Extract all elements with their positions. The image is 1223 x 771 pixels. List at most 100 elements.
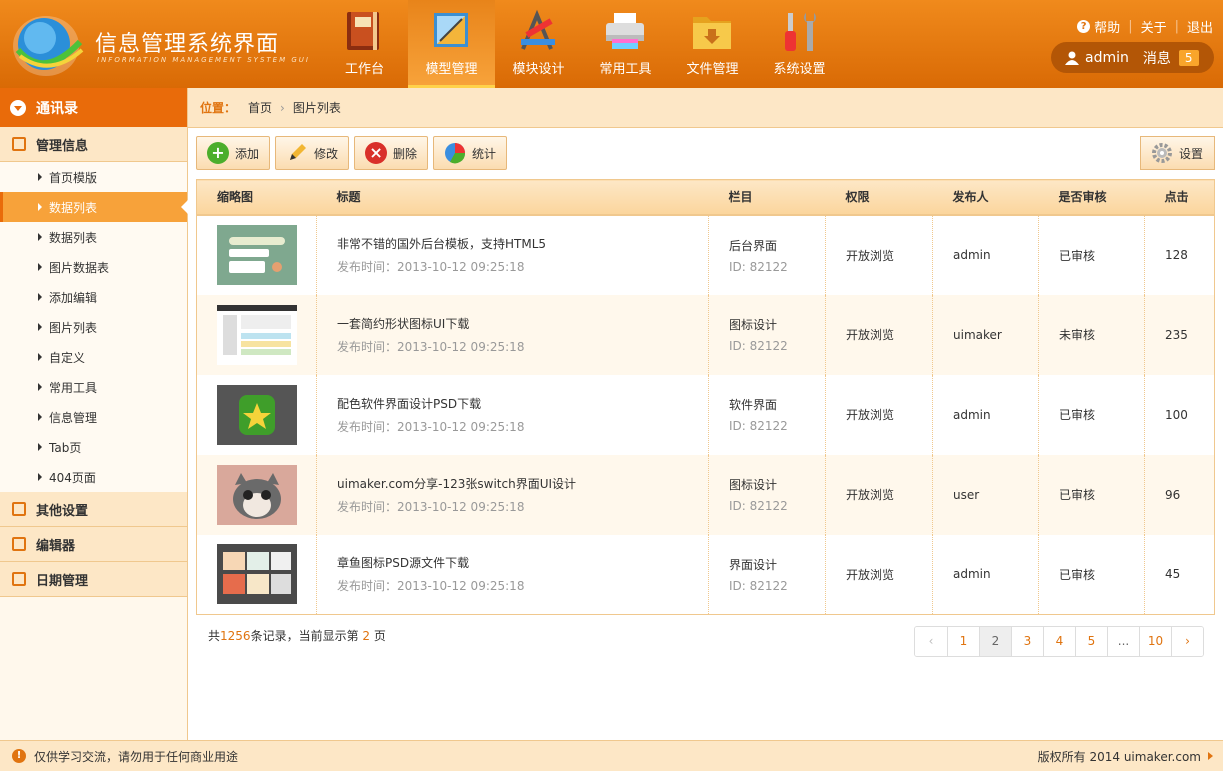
thumbnail-image[interactable] bbox=[217, 384, 297, 445]
about-link[interactable]: 关于 bbox=[1141, 17, 1167, 36]
delete-button[interactable]: × 删除 bbox=[354, 136, 429, 170]
top-links: ? 帮助 | 关于 | 退出 bbox=[1077, 17, 1213, 36]
arrow-right-icon bbox=[1208, 752, 1213, 760]
clicks-cell: 96 bbox=[1144, 454, 1215, 535]
pie-chart-icon bbox=[445, 143, 466, 164]
sidebar-item-data-list-active[interactable]: 数据列表 bbox=[0, 192, 188, 222]
nav-item-common-tools[interactable]: 常用工具 bbox=[582, 0, 669, 88]
nav-label: 工作台 bbox=[344, 62, 384, 77]
nav-label: 系统设置 bbox=[773, 62, 826, 77]
table-row[interactable]: 章鱼图标PSD源文件下载 发布时间：2013-10-12 09:25:18 界面… bbox=[196, 534, 1215, 615]
page-button[interactable]: 3 bbox=[1011, 627, 1043, 656]
sidebar-group-date-management[interactable]: 日期管理 bbox=[0, 562, 187, 597]
sidebar-group-label: 管理信息 bbox=[36, 138, 89, 154]
next-page-button[interactable]: › bbox=[1171, 627, 1203, 656]
close-icon: × bbox=[365, 142, 388, 164]
stats-button[interactable]: 统计 bbox=[433, 136, 508, 170]
thumbnail-image[interactable] bbox=[217, 544, 297, 605]
column-header: 缩略图 bbox=[196, 179, 317, 216]
logout-link[interactable]: 退出 bbox=[1187, 17, 1213, 36]
thumbnail-image[interactable] bbox=[217, 304, 297, 365]
breadcrumb-home-link[interactable]: 首页 bbox=[248, 99, 272, 116]
gear-icon bbox=[1152, 143, 1172, 163]
table-row[interactable]: 非常不错的国外后台模板，支持HTML5 发布时间：2013-10-12 09:2… bbox=[196, 214, 1215, 295]
summary-mid: 条记录，当前显示第 bbox=[250, 629, 359, 643]
plus-icon: + bbox=[207, 142, 229, 164]
thumbnail-cell bbox=[196, 214, 317, 295]
nav-item-module-design[interactable]: 模块设计 bbox=[495, 0, 582, 88]
column-header: 栏目 bbox=[708, 179, 826, 216]
sidebar-item-common-tools[interactable]: 常用工具 bbox=[0, 372, 187, 402]
column-header: 权限 bbox=[825, 179, 933, 216]
username[interactable]: admin bbox=[1085, 50, 1129, 66]
nav-item-file-management[interactable]: 文件管理 bbox=[669, 0, 756, 88]
thumbnail-image[interactable] bbox=[217, 225, 297, 285]
clicks-cell: 128 bbox=[1144, 214, 1215, 295]
table-row[interactable]: 配色软件界面设计PSD下载 发布时间：2013-10-12 09:25:18 软… bbox=[196, 374, 1215, 455]
nav-label: 模块设计 bbox=[512, 62, 565, 77]
sidebar: 通讯录 管理信息 首页模版 数据列表 数据列表 图片数据表 添加编辑 图片列表 … bbox=[0, 88, 188, 740]
nav-item-system-settings[interactable]: 系统设置 bbox=[756, 0, 843, 88]
category-label: 软件界面 bbox=[729, 398, 778, 412]
sidebar-group-other-settings[interactable]: 其他设置 bbox=[0, 492, 187, 527]
message-count-badge: 5 bbox=[1178, 49, 1199, 66]
sidebar-item-image-data-table[interactable]: 图片数据表 bbox=[0, 252, 187, 282]
table-row[interactable]: uimaker.com分享-123张switch界面UI设计 发布时间：2013… bbox=[196, 454, 1215, 535]
page-button-current[interactable]: 2 bbox=[979, 627, 1011, 656]
item-title-link[interactable]: 非常不错的国外后台模板，支持HTML5 bbox=[337, 235, 708, 252]
footer: ! 仅供学习交流，请勿用于任何商业用途 版权所有 2014 uimaker.co… bbox=[0, 740, 1223, 771]
item-title-link[interactable]: uimaker.com分享-123张switch界面UI设计 bbox=[337, 475, 708, 492]
table-row[interactable]: 一套简约形状图标UI下载 发布时间：2013-10-12 09:25:18 图标… bbox=[196, 294, 1215, 375]
sidebar-item-image-list[interactable]: 图片列表 bbox=[0, 312, 187, 342]
page-button[interactable]: 1 bbox=[947, 627, 979, 656]
category-cell: 图标设计 ID: 82122 bbox=[708, 454, 826, 535]
item-title-link[interactable]: 章鱼图标PSD源文件下载 bbox=[337, 554, 708, 571]
thumbnail-image[interactable] bbox=[217, 464, 297, 525]
sidebar-header[interactable]: 通讯录 bbox=[0, 88, 187, 127]
permission-cell: 开放浏览 bbox=[825, 294, 933, 375]
delete-label: 删除 bbox=[393, 146, 418, 161]
sidebar-item-data-list[interactable]: 数据列表 bbox=[0, 222, 187, 252]
page-button[interactable]: 4 bbox=[1043, 627, 1075, 656]
edit-button[interactable]: 修改 bbox=[275, 136, 350, 170]
author-cell: uimaker bbox=[932, 294, 1039, 375]
sidebar-group-editor[interactable]: 编辑器 bbox=[0, 527, 187, 562]
add-button[interactable]: + 添加 bbox=[196, 136, 271, 170]
page-button[interactable]: 5 bbox=[1075, 627, 1107, 656]
sidebar-item-info-management[interactable]: 信息管理 bbox=[0, 402, 187, 432]
nav-item-workbench[interactable]: 工作台 bbox=[321, 0, 408, 88]
item-title-link[interactable]: 一套简约形状图标UI下载 bbox=[337, 315, 708, 332]
help-icon: ? bbox=[1077, 20, 1091, 33]
edit-label: 修改 bbox=[314, 146, 339, 161]
sidebar-item-custom[interactable]: 自定义 bbox=[0, 342, 187, 372]
permission-cell: 开放浏览 bbox=[825, 534, 933, 615]
messages-link[interactable]: 消息 bbox=[1143, 48, 1171, 68]
title-cell: 一套简约形状图标UI下载 发布时间：2013-10-12 09:25:18 bbox=[316, 294, 709, 375]
main-nav: 工作台 模型管理 模块设计 常用工具 文件管理 系统设置 bbox=[321, 0, 843, 88]
summary-suffix: 页 bbox=[373, 629, 386, 643]
app-title: 信息管理系统界面 bbox=[95, 32, 280, 57]
sidebar-item-404-page[interactable]: 404页面 bbox=[0, 462, 187, 492]
stats-label: 统计 bbox=[472, 146, 497, 161]
sidebar-group-label: 其他设置 bbox=[36, 503, 89, 519]
nav-item-model-management[interactable]: 模型管理 bbox=[408, 0, 495, 88]
sidebar-item-home-template[interactable]: 首页模版 bbox=[0, 162, 187, 192]
category-cell: 后台界面 ID: 82122 bbox=[708, 214, 826, 295]
help-link[interactable]: 帮助 bbox=[1094, 17, 1120, 36]
list-icon bbox=[12, 137, 26, 151]
item-title-link[interactable]: 配色软件界面设计PSD下载 bbox=[337, 395, 708, 412]
add-label: 添加 bbox=[235, 146, 260, 161]
category-cell: 界面设计 ID: 82122 bbox=[708, 534, 826, 615]
sidebar-item-add-edit[interactable]: 添加编辑 bbox=[0, 282, 187, 312]
sidebar-header-label: 通讯录 bbox=[36, 100, 78, 117]
sidebar-item-tab-page[interactable]: Tab页 bbox=[0, 432, 187, 462]
user-box: admin 消息 5 bbox=[1051, 42, 1214, 73]
folder-icon bbox=[693, 17, 731, 49]
page-button[interactable]: 10 bbox=[1139, 627, 1171, 656]
nav-label: 常用工具 bbox=[599, 62, 652, 77]
calendar-icon bbox=[12, 572, 26, 586]
status-cell: 已审核 bbox=[1038, 374, 1145, 455]
prev-page-button[interactable]: ‹ bbox=[915, 627, 947, 656]
settings-button[interactable]: 设置 bbox=[1140, 136, 1215, 170]
sidebar-group-manage-info[interactable]: 管理信息 bbox=[0, 127, 187, 162]
